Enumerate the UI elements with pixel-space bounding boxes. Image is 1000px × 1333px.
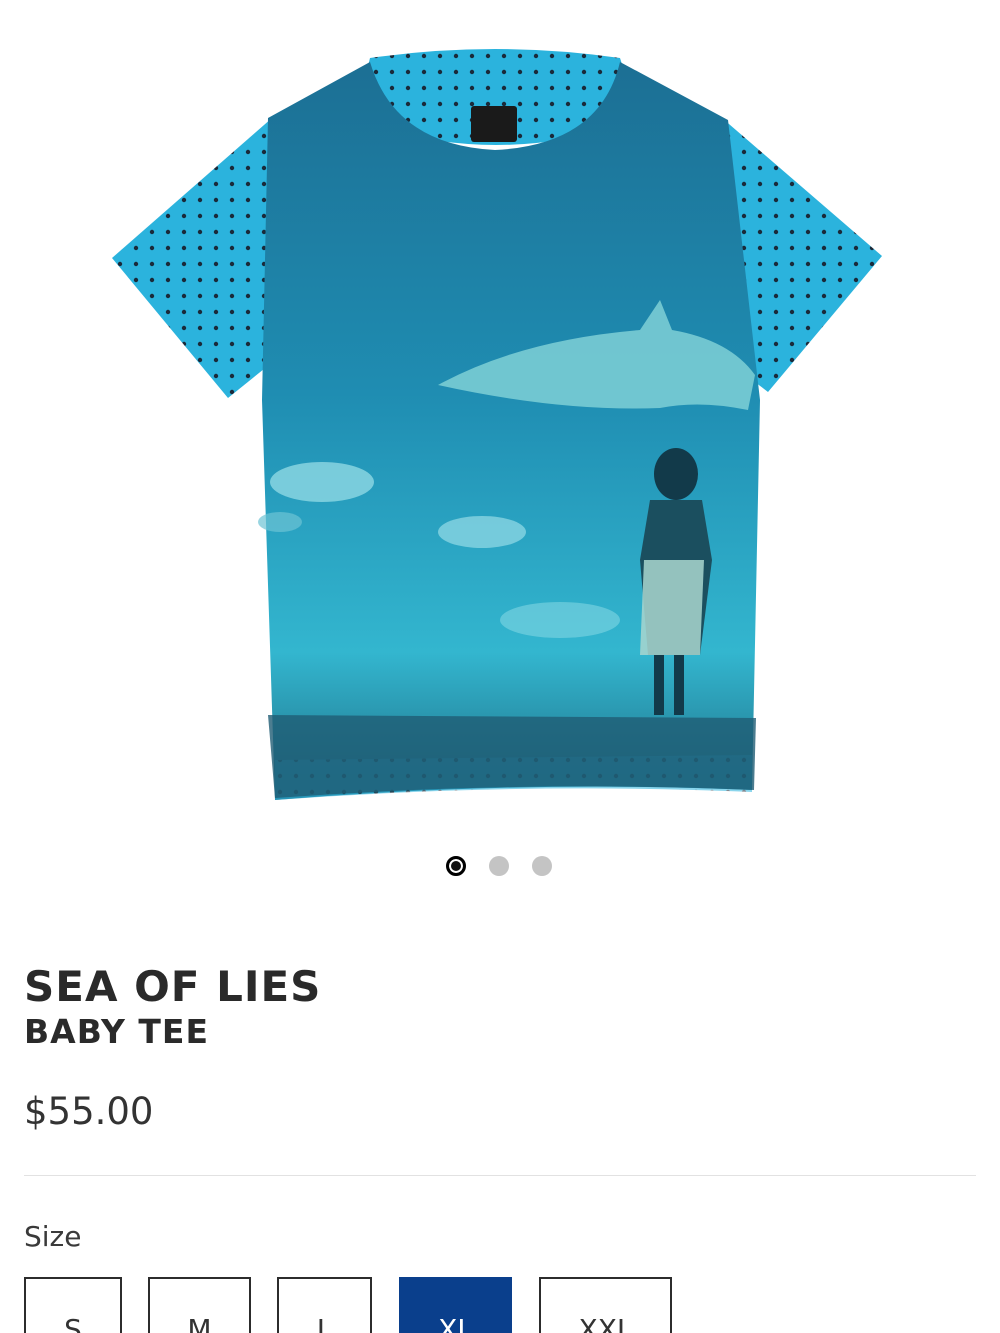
divider [24,1175,976,1176]
product-title: SEA OF LIES [24,962,322,1011]
size-label: Size [24,1220,82,1253]
carousel-dot-3[interactable] [532,856,552,876]
carousel-dot-2[interactable] [489,856,509,876]
size-option-m[interactable]: M [148,1277,251,1333]
product-image-gallery[interactable] [0,0,1000,900]
carousel-dot-1[interactable] [446,856,466,876]
size-option-s[interactable]: S [24,1277,122,1333]
product-subtitle: BABY TEE [24,1012,210,1051]
size-option-l[interactable]: L [277,1277,372,1333]
carousel-indicators [0,856,1000,878]
product-image [112,49,882,800]
size-option-xxl[interactable]: XXL [539,1277,672,1333]
product-price: $55.00 [24,1090,154,1133]
size-option-xl[interactable]: XL [399,1277,512,1333]
